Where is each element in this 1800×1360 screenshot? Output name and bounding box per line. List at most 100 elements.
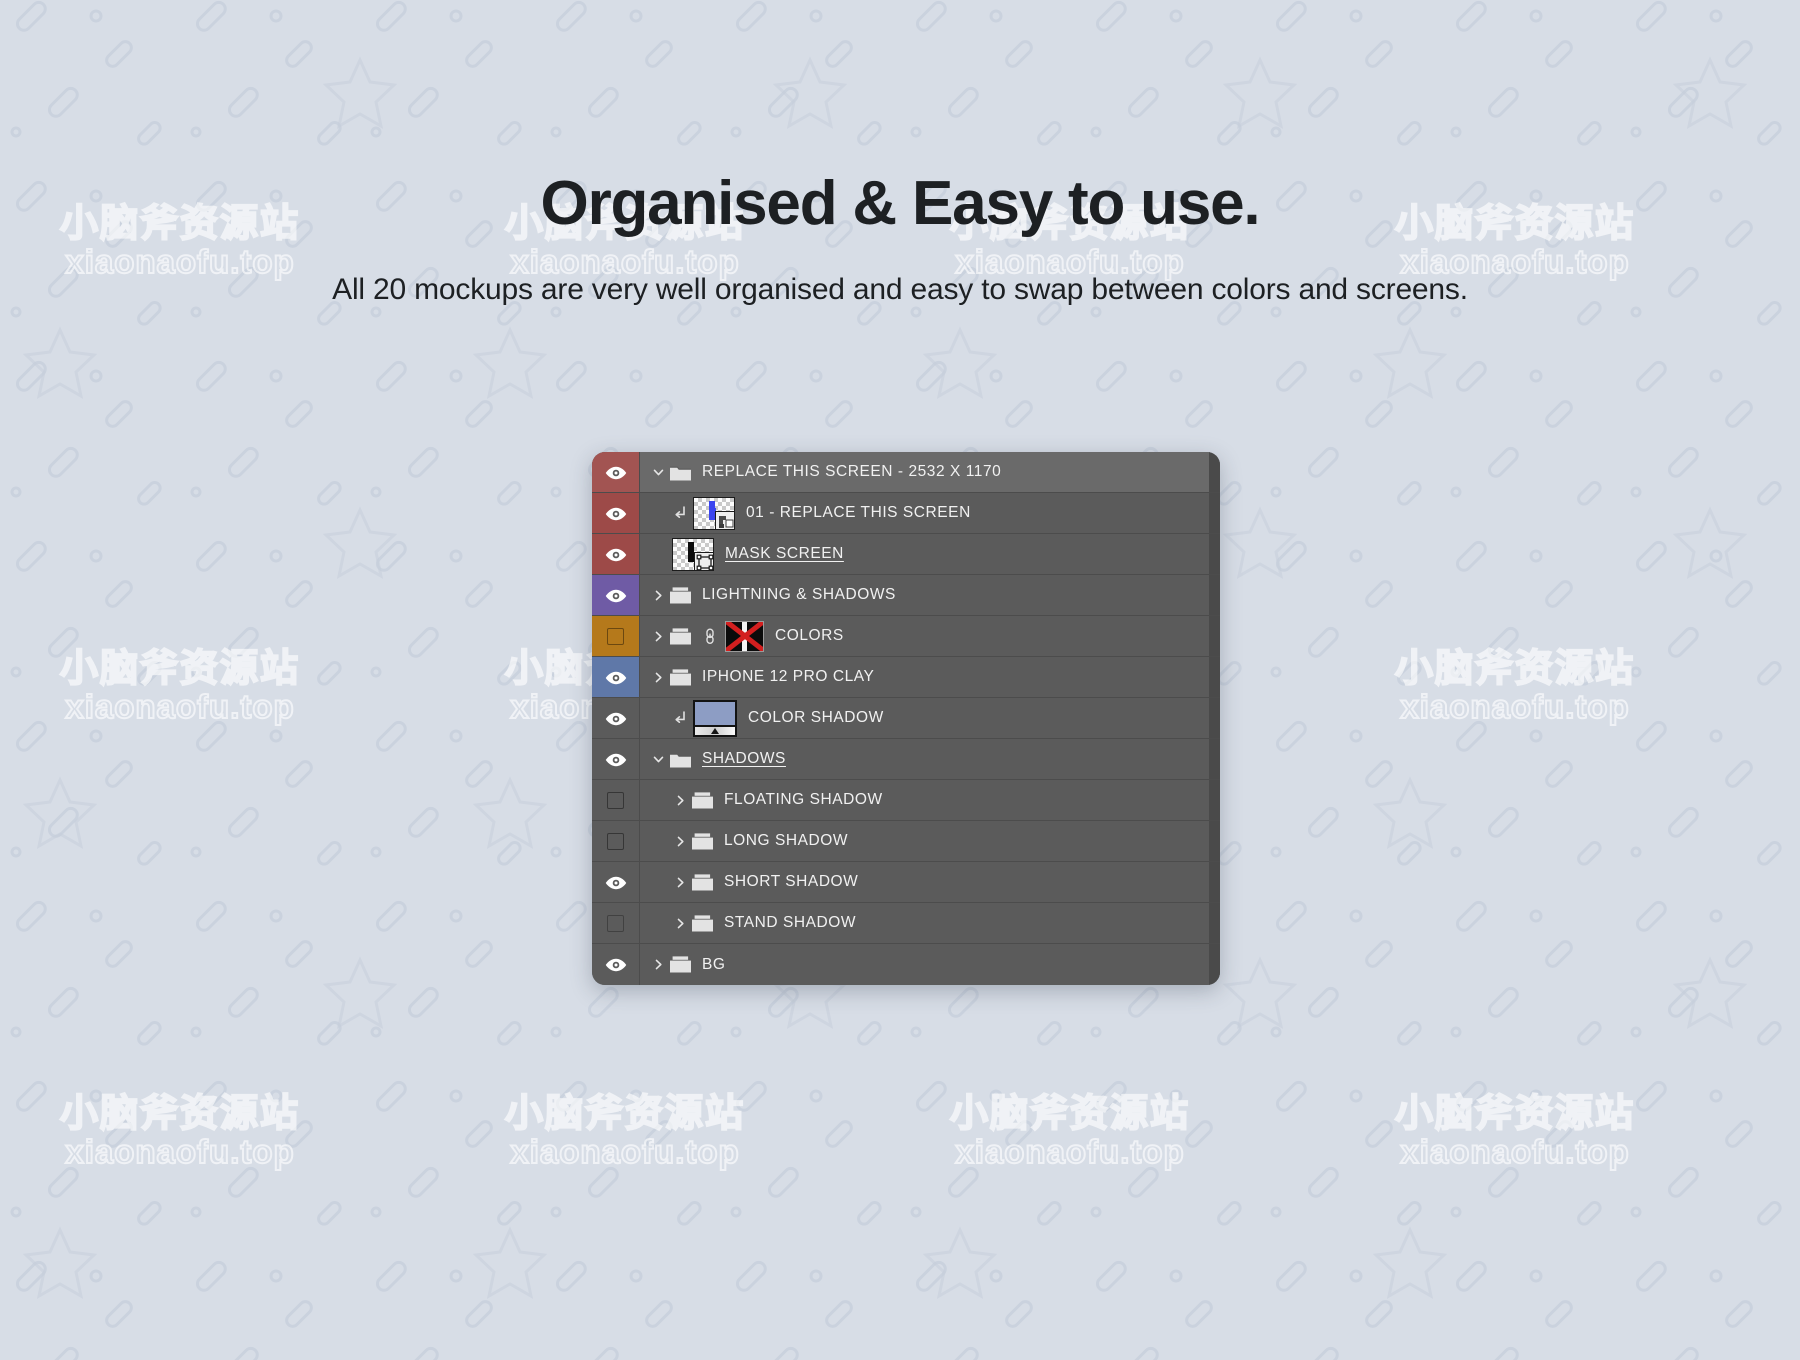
layer-row[interactable]: MASK SCREEN bbox=[592, 534, 1220, 575]
clipping-mask-arrow-icon bbox=[672, 710, 689, 726]
layer-row[interactable]: SHADOWS bbox=[592, 739, 1220, 780]
layer-row[interactable]: LIGHTNING & SHADOWS bbox=[592, 575, 1220, 616]
watermark-cn: 小脑斧资源站 bbox=[59, 1093, 301, 1135]
watermark-en: xiaonaofu.top bbox=[64, 1132, 295, 1170]
layer-visibility-toggle[interactable] bbox=[592, 780, 640, 820]
chevron-right-icon[interactable] bbox=[672, 835, 688, 848]
layer-row[interactable]: LONG SHADOW bbox=[592, 821, 1220, 862]
link-mask-icon[interactable] bbox=[702, 627, 718, 645]
watermark: 小脑斧资源站xiaonaofu.top bbox=[59, 1093, 301, 1170]
layer-name[interactable]: BG bbox=[702, 956, 726, 974]
chevron-down-icon[interactable] bbox=[650, 753, 666, 766]
layer-visibility-toggle[interactable] bbox=[592, 903, 640, 943]
layer-row[interactable]: IPHONE 12 PRO CLAY bbox=[592, 657, 1220, 698]
layer-row-body[interactable]: STAND SHADOW bbox=[640, 903, 1220, 943]
layer-row-body[interactable]: FLOATING SHADOW bbox=[640, 780, 1220, 820]
layer-visibility-toggle[interactable] bbox=[592, 698, 640, 738]
chevron-right-icon[interactable] bbox=[672, 794, 688, 807]
chevron-down-icon[interactable] bbox=[650, 466, 666, 479]
layer-row-body[interactable]: SHORT SHADOW bbox=[640, 862, 1220, 902]
clipping-mask-arrow-icon bbox=[672, 505, 689, 521]
layer-row[interactable]: BG bbox=[592, 944, 1220, 985]
layer-visibility-toggle[interactable] bbox=[592, 821, 640, 861]
layer-row-body[interactable]: LIGHTNING & SHADOWS bbox=[640, 575, 1220, 615]
layer-name[interactable]: LIGHTNING & SHADOWS bbox=[702, 586, 896, 604]
watermark-cn: 小脑斧资源站 bbox=[1394, 648, 1636, 690]
layer-visibility-toggle[interactable] bbox=[592, 616, 640, 656]
layer-row-body[interactable]: COLORS bbox=[640, 616, 1220, 656]
layer-row[interactable]: FLOATING SHADOW bbox=[592, 780, 1220, 821]
watermark-en: xiaonaofu.top bbox=[954, 1132, 1185, 1170]
layer-row[interactable]: 01 - REPLACE THIS SCREEN bbox=[592, 493, 1220, 534]
watermark-cn: 小脑斧资源站 bbox=[504, 203, 746, 245]
layer-row[interactable]: COLOR SHADOW bbox=[592, 698, 1220, 739]
layer-name[interactable]: IPHONE 12 PRO CLAY bbox=[702, 668, 874, 686]
layer-name[interactable]: COLORS bbox=[775, 627, 844, 645]
watermark: 小脑斧资源站xiaonaofu.top bbox=[1394, 203, 1635, 280]
folder-closed-icon bbox=[691, 873, 714, 892]
layer-name[interactable]: MASK SCREEN bbox=[725, 545, 844, 563]
watermark: 小脑斧资源站xiaonaofu.top bbox=[504, 1093, 745, 1170]
layer-thumbnail-smart-object[interactable] bbox=[693, 496, 735, 530]
layers-panel[interactable]: REPLACE THIS SCREEN - 2532 X 1170 01 - RE… bbox=[592, 452, 1220, 985]
watermark-en: xiaonaofu.top bbox=[1399, 1132, 1630, 1170]
layer-visibility-toggle[interactable] bbox=[592, 534, 640, 574]
watermark-cn: 小脑斧资源站 bbox=[1394, 1093, 1636, 1135]
layer-name[interactable]: 01 - REPLACE THIS SCREEN bbox=[746, 504, 971, 522]
watermark-en: xiaonaofu.top bbox=[509, 242, 740, 280]
folder-closed-icon bbox=[691, 832, 714, 851]
layer-row-body[interactable]: LONG SHADOW bbox=[640, 821, 1220, 861]
layer-name[interactable]: LONG SHADOW bbox=[724, 832, 848, 850]
layer-visibility-toggle[interactable] bbox=[592, 862, 640, 902]
layer-name[interactable]: FLOATING SHADOW bbox=[724, 791, 883, 809]
gradient-map-fill bbox=[693, 699, 737, 725]
layer-row-body[interactable]: BG bbox=[640, 944, 1220, 985]
chevron-right-icon[interactable] bbox=[650, 958, 666, 971]
layer-row[interactable]: REPLACE THIS SCREEN - 2532 X 1170 bbox=[592, 452, 1220, 493]
layer-visibility-toggle[interactable] bbox=[592, 739, 640, 779]
folder-closed-icon bbox=[691, 791, 714, 810]
watermark: 小脑斧资源站xiaonaofu.top bbox=[59, 203, 300, 280]
layer-name[interactable]: REPLACE THIS SCREEN - 2532 X 1170 bbox=[702, 463, 1001, 481]
vector-shape-badge-icon bbox=[694, 551, 713, 570]
eye-icon bbox=[605, 753, 627, 766]
chevron-right-icon[interactable] bbox=[672, 917, 688, 930]
watermark-en: xiaonaofu.top bbox=[64, 687, 295, 725]
folder-open-icon bbox=[669, 463, 692, 482]
layer-visibility-toggle[interactable] bbox=[592, 944, 640, 985]
layer-name[interactable]: SHORT SHADOW bbox=[724, 873, 858, 891]
layer-row-body[interactable]: MASK SCREEN bbox=[640, 534, 1220, 574]
folder-closed-icon bbox=[669, 668, 692, 687]
layer-visibility-toggle[interactable] bbox=[592, 493, 640, 533]
layer-thumbnail-shape[interactable] bbox=[672, 537, 714, 571]
layer-thumbnail-gradient-map[interactable] bbox=[693, 699, 737, 737]
watermark: 小脑斧资源站xiaonaofu.top bbox=[504, 203, 746, 280]
layer-name[interactable]: COLOR SHADOW bbox=[748, 709, 884, 727]
layer-row[interactable]: SHORT SHADOW bbox=[592, 862, 1220, 903]
chevron-right-icon[interactable] bbox=[650, 630, 666, 643]
header: Organised & Easy to use. All 20 mockups … bbox=[0, 0, 1800, 307]
layer-visibility-toggle[interactable] bbox=[592, 657, 640, 697]
watermark-en: xiaonaofu.top bbox=[1399, 687, 1630, 725]
layer-visibility-toggle[interactable] bbox=[592, 452, 640, 492]
layer-name[interactable]: STAND SHADOW bbox=[724, 914, 856, 932]
layer-mask-disabled-thumbnail[interactable] bbox=[725, 620, 764, 652]
layer-name[interactable]: SHADOWS bbox=[702, 750, 786, 768]
folder-closed-icon bbox=[669, 586, 692, 605]
chevron-right-icon[interactable] bbox=[672, 876, 688, 889]
layer-row[interactable]: STAND SHADOW bbox=[592, 903, 1220, 944]
eye-off-icon bbox=[607, 791, 624, 809]
layer-visibility-toggle[interactable] bbox=[592, 575, 640, 615]
chevron-right-icon[interactable] bbox=[650, 671, 666, 684]
page-subtitle: All 20 mockups are very well organised a… bbox=[332, 273, 1468, 306]
eye-icon bbox=[605, 466, 627, 479]
layer-row-body[interactable]: REPLACE THIS SCREEN - 2532 X 1170 bbox=[640, 452, 1220, 492]
layer-row-body[interactable]: COLOR SHADOW bbox=[640, 698, 1220, 738]
chevron-right-icon[interactable] bbox=[650, 589, 666, 602]
watermark-en: xiaonaofu.top bbox=[954, 242, 1185, 280]
layer-row-body[interactable]: SHADOWS bbox=[640, 739, 1220, 779]
layer-row[interactable]: COLORS bbox=[592, 616, 1220, 657]
eye-icon bbox=[605, 876, 627, 889]
layer-row-body[interactable]: IPHONE 12 PRO CLAY bbox=[640, 657, 1220, 697]
layer-row-body[interactable]: 01 - REPLACE THIS SCREEN bbox=[640, 493, 1220, 533]
